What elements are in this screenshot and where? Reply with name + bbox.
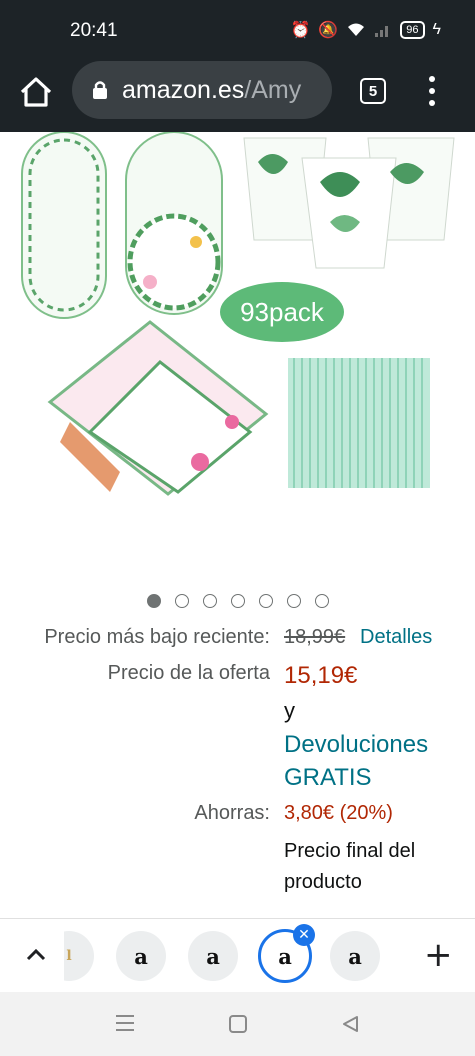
recents-menu-icon[interactable]	[114, 1014, 136, 1032]
carousel-dot[interactable]	[314, 594, 329, 608]
tab-strip: l a a a ✕ a +	[0, 918, 475, 992]
more-menu-icon[interactable]	[422, 74, 442, 108]
lock-icon	[93, 81, 107, 99]
mute-icon: 🔕	[318, 22, 339, 39]
carousel-dot[interactable]	[286, 594, 301, 608]
new-tab-icon[interactable]: +	[424, 935, 453, 975]
tab-favicon-partial[interactable]: l	[64, 931, 94, 981]
offer-price-value: 15,19€	[284, 662, 358, 689]
savings-label: Ahorras:	[194, 802, 270, 824]
amazon-logo-icon: a	[206, 943, 220, 969]
url-host: amazon.es	[122, 75, 245, 104]
lowest-price-label: Precio más bajo reciente:	[44, 626, 270, 648]
battery-icon: 96	[400, 21, 425, 39]
chevron-up-icon[interactable]	[24, 945, 48, 963]
carousel-dot[interactable]	[258, 594, 273, 608]
amazon-logo-icon: a	[134, 943, 148, 969]
alarm-icon: ⏰	[290, 22, 311, 39]
cups	[243, 137, 455, 269]
savings-value: 3,80€ (20%)	[284, 802, 393, 824]
product-image[interactable]: 93pack	[0, 132, 475, 572]
napkin-fan	[47, 320, 269, 496]
straw-bundle	[288, 358, 430, 488]
back-nav-icon[interactable]	[340, 1014, 360, 1034]
tab-favicon-amazon[interactable]: a	[116, 931, 166, 981]
conjunction-text: y	[284, 698, 295, 723]
url-path: /Amy	[244, 75, 302, 104]
napkin-stack-left	[21, 132, 107, 319]
carousel-dot[interactable]	[230, 594, 245, 608]
carousel-indicator	[0, 594, 475, 608]
final-price-note: Precio final del producto	[284, 840, 416, 893]
close-tab-icon[interactable]: ✕	[293, 924, 315, 946]
details-link[interactable]: Detalles	[360, 626, 432, 649]
lowest-price-value: 18,99€	[284, 626, 346, 648]
carousel-dot[interactable]	[146, 594, 161, 608]
status-time: 20:41	[70, 20, 118, 41]
browser-toolbar: amazon.es/Amy 5	[0, 56, 475, 132]
tab-favicon-amazon[interactable]: a	[330, 931, 380, 981]
status-icons: ⏰ 🔕 96 ϟ	[290, 20, 441, 40]
carousel-dot[interactable]	[202, 594, 217, 608]
url-bar[interactable]: amazon.es/Amy	[72, 61, 332, 119]
wifi-icon	[348, 23, 365, 36]
page-content: 93pack Precio más bajo reciente: 18,99€ …	[0, 132, 475, 918]
pack-badge: 93pack	[220, 282, 344, 342]
carousel-dot[interactable]	[174, 594, 189, 608]
amazon-logo-icon: a	[348, 943, 362, 969]
tab-favicon-letter: l	[66, 948, 72, 964]
status-bar: 20:41 ⏰ 🔕 96 ϟ	[0, 0, 475, 56]
tab-favicon-selected[interactable]: a ✕	[258, 924, 315, 983]
tab-switcher-button[interactable]: 5	[360, 78, 386, 104]
amazon-logo-icon: a	[278, 943, 292, 969]
home-nav-icon[interactable]	[228, 1014, 248, 1034]
home-icon[interactable]	[18, 74, 54, 110]
tab-favicon-amazon[interactable]: a	[188, 931, 238, 981]
plate-stack	[125, 132, 223, 315]
pack-badge-text: 93pack	[240, 297, 325, 327]
signal-icon	[375, 26, 389, 37]
system-nav-bar	[0, 992, 475, 1056]
charging-icon: ϟ	[432, 21, 441, 38]
free-returns-link[interactable]: Devoluciones GRATIS	[284, 728, 464, 794]
offer-price-label: Precio de la oferta	[107, 662, 270, 684]
